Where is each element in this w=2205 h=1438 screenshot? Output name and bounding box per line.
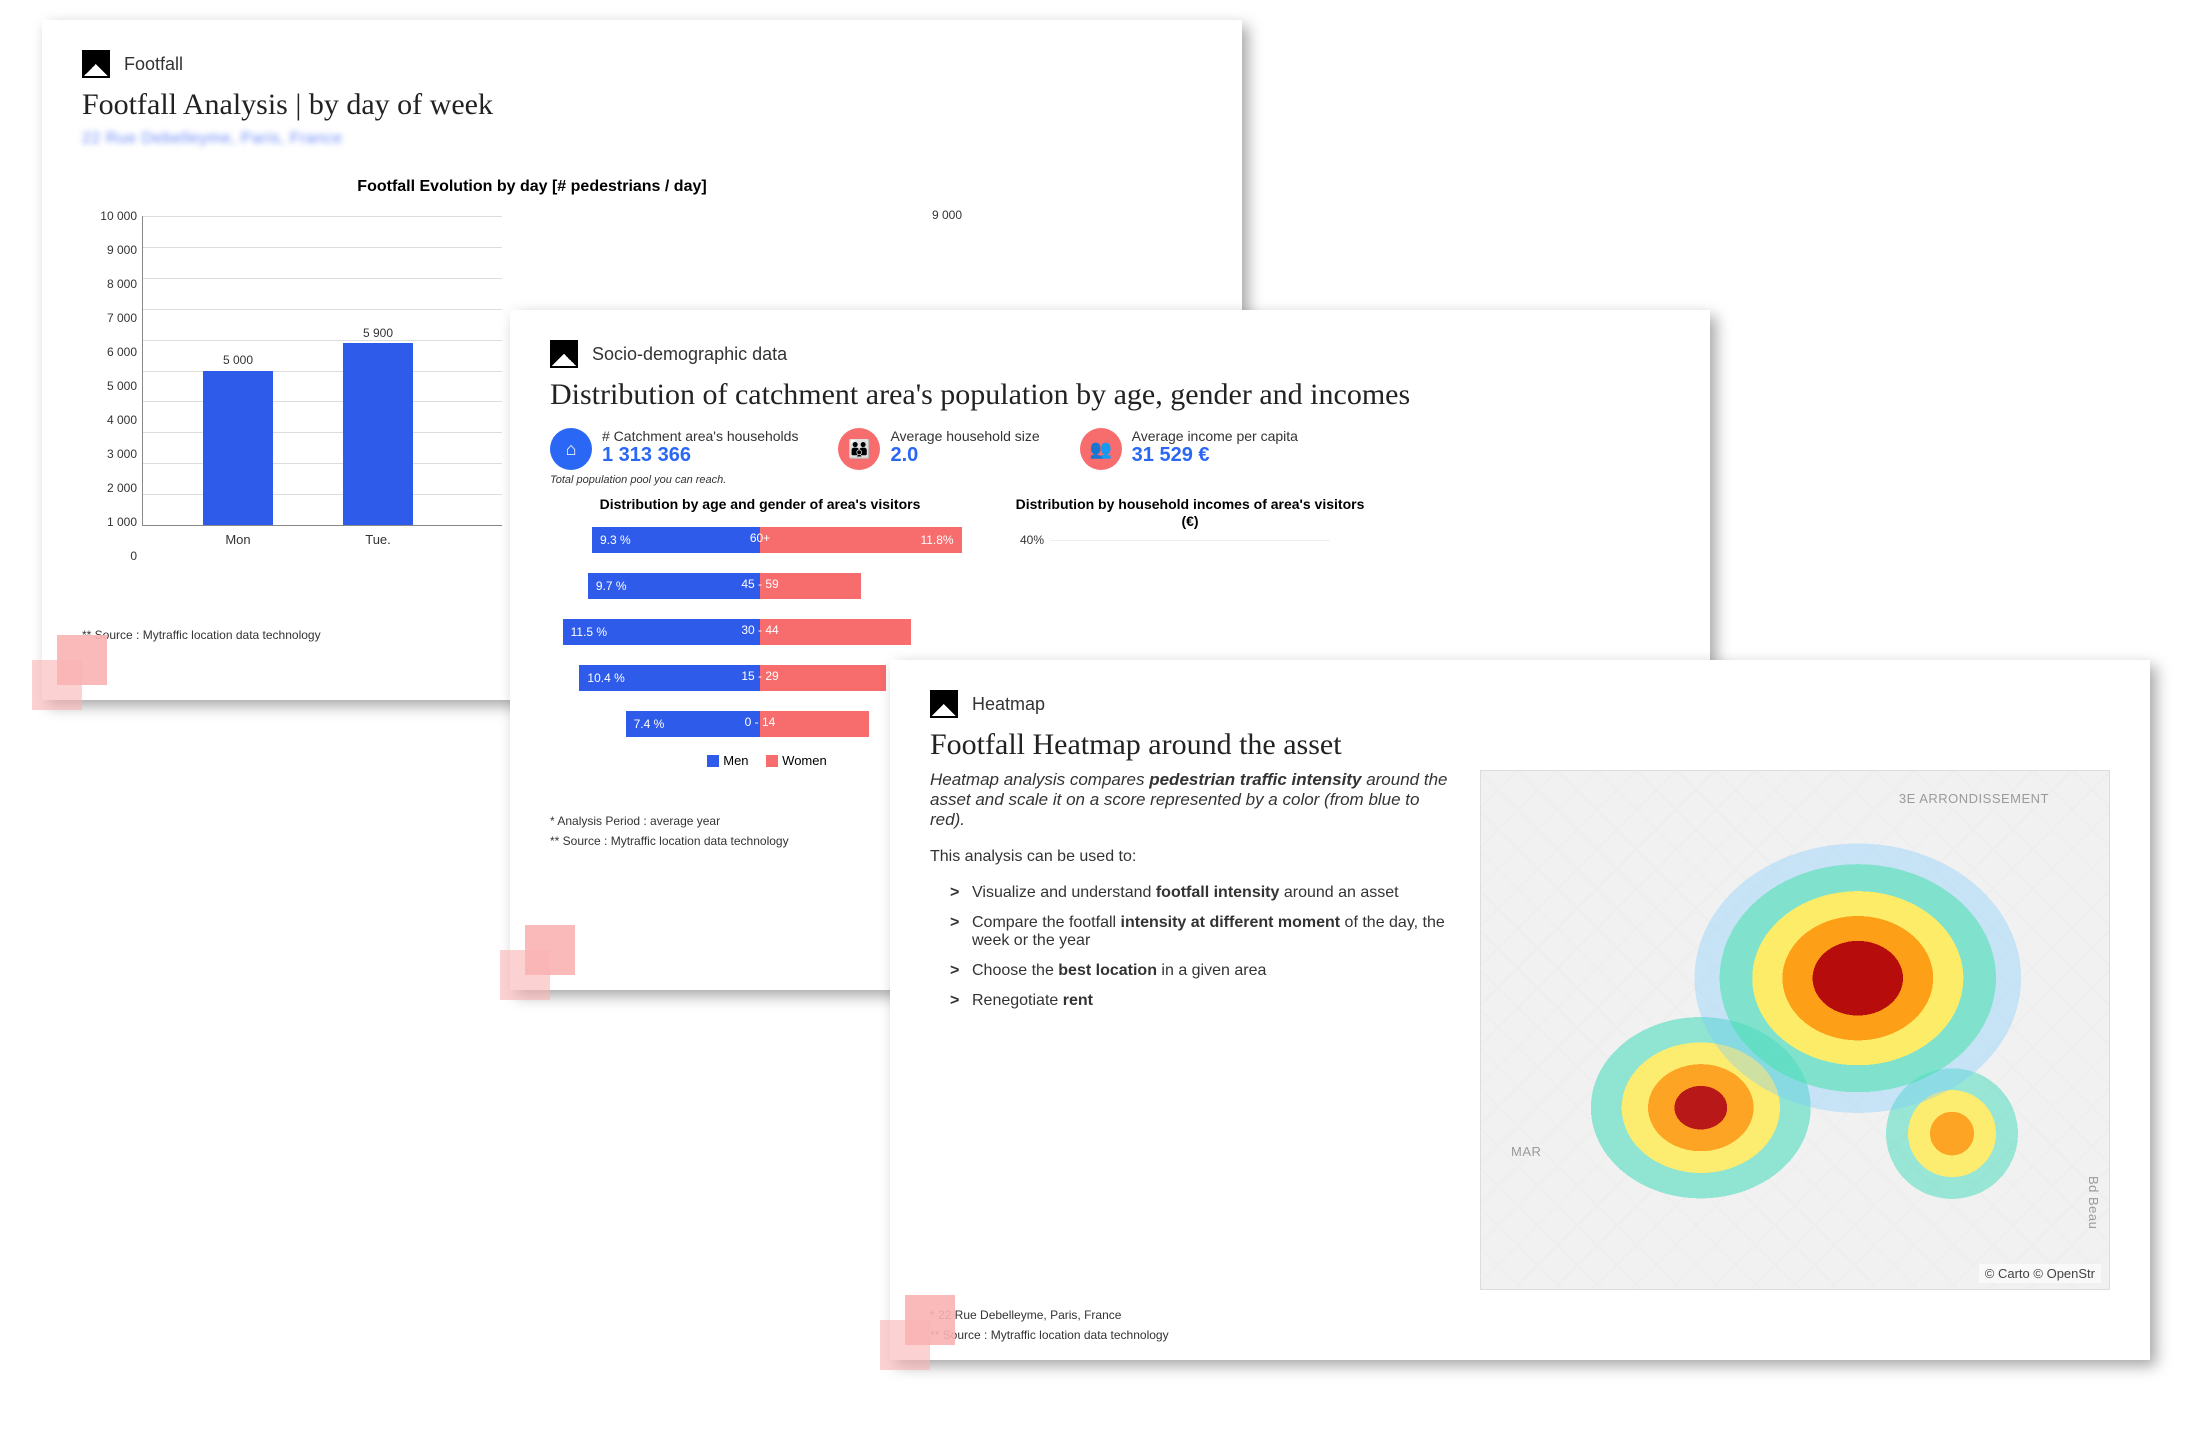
corner-deco-icon — [880, 1290, 960, 1370]
bar-women — [760, 665, 886, 691]
heatmap-description: Heatmap analysis compares pedestrian tra… — [930, 770, 1450, 1290]
y-tick: 8 000 — [82, 277, 137, 291]
legend-swatch-women — [766, 755, 778, 767]
bullet-item: Visualize and understand footfall intens… — [950, 884, 1450, 902]
section-label: Footfall — [124, 54, 183, 75]
address-note: * 22 Rue Debelleyme, Paris, France — [930, 1308, 2110, 1322]
y-tick: 10 000 — [82, 209, 137, 223]
heatmap-body: Heatmap analysis compares pedestrian tra… — [930, 770, 2110, 1290]
address-blurred: 22 Rue Debelleyme, Paris, France — [82, 130, 1202, 148]
people-icon: 👥 — [1080, 428, 1122, 470]
corner-deco-icon — [32, 630, 112, 710]
header-row: Heatmap — [930, 690, 2110, 718]
y-tick: 5 000 — [82, 379, 137, 393]
bar-men: 11.5 % — [563, 619, 760, 645]
stat-value: 2.0 — [890, 444, 1039, 467]
page-title: Footfall Heatmap around the asset — [930, 728, 2110, 762]
age-bucket: 30 - 44 — [741, 623, 778, 637]
brand-logo-icon — [82, 50, 110, 78]
y-tick: 40% — [1010, 533, 1044, 547]
age-bucket: 60+ — [750, 531, 770, 545]
stats-row: ⌂ # Catchment area's households 1 313 36… — [550, 428, 1670, 470]
y-tick: 9 000 — [82, 243, 137, 257]
bullet-item: Compare the footfall intensity at differ… — [950, 914, 1450, 950]
chart-title: Footfall Evolution by day [# pedestrians… — [82, 178, 982, 196]
y-tick: 0 — [82, 549, 137, 563]
source-note: ** Source : Mytraffic location data tech… — [930, 1328, 2110, 1342]
map-neighborhood-label: 3E ARRONDISSEMENT — [1899, 791, 2049, 806]
header-row: Footfall — [82, 50, 1202, 78]
stat-value: 1 313 366 — [602, 444, 798, 467]
header-row: Socio-demographic data — [550, 340, 1670, 368]
x-tick: Tue. — [343, 532, 413, 547]
x-tick: Mon — [203, 532, 273, 547]
y-tick: 1 000 — [82, 515, 137, 529]
bullet-item: Renegotiate rent — [950, 992, 1450, 1010]
bar-men: 9.3 % — [592, 527, 760, 553]
bar-value-label: 5 000 — [203, 353, 273, 367]
stat-footnote: Total population pool you can reach. — [550, 474, 1670, 486]
age-bucket: 15 - 29 — [741, 669, 778, 683]
bar-value-label: 9 000 — [932, 208, 962, 222]
bar-women: 11.8% — [760, 527, 962, 553]
section-label: Socio-demographic data — [592, 344, 787, 365]
heatmap-map: 3E ARRONDISSEMENT MAR Bd Beau © Carto © … — [1480, 770, 2110, 1290]
stat-label: Average income per capita — [1132, 428, 1298, 444]
pyramid-row: 9.3 % 60+ 11.8% — [550, 523, 970, 557]
stat-household-size: 👪 Average household size 2.0 — [838, 428, 1039, 470]
legend-swatch-men — [707, 755, 719, 767]
page-title: Distribution of catchment area's populat… — [550, 378, 1670, 412]
y-tick: 6 000 — [82, 345, 137, 359]
pyramid-row: 11.5 % 30 - 44 — [550, 615, 970, 649]
bar-chart: 10 000 9 000 8 000 7 000 6 000 5 000 4 0… — [82, 216, 502, 556]
stat-label: Average household size — [890, 428, 1039, 444]
bar-men: 9.7 % — [588, 573, 760, 599]
stat-label: # Catchment area's households — [602, 428, 798, 444]
stat-households: ⌂ # Catchment area's households 1 313 36… — [550, 428, 798, 470]
heatmap-subhead: This analysis can be used to: — [930, 848, 1450, 866]
chart-title: Distribution by age and gender of area's… — [550, 496, 970, 513]
map-street-label: Bd Beau — [2086, 1176, 2101, 1229]
brand-logo-icon — [930, 690, 958, 718]
house-icon: ⌂ — [550, 428, 592, 470]
brand-logo-icon — [550, 340, 578, 368]
heatmap-lead: Heatmap analysis compares pedestrian tra… — [930, 770, 1450, 830]
stat-income: 👥 Average income per capita 31 529 € — [1080, 428, 1298, 470]
chart-title: Distribution by household incomes of are… — [1010, 496, 1370, 530]
card-heatmap: Heatmap Footfall Heatmap around the asse… — [890, 660, 2150, 1360]
legend-label: Men — [723, 753, 748, 768]
age-bucket: 45 - 59 — [741, 577, 778, 591]
bar-women — [760, 619, 911, 645]
y-tick: 2 000 — [82, 481, 137, 495]
age-bucket: 0 - 14 — [745, 715, 776, 729]
page-title: Footfall Analysis | by day of week — [82, 88, 1202, 122]
stat-value: 31 529 € — [1132, 444, 1298, 467]
bar-men: 10.4 % — [579, 665, 760, 691]
y-tick: 3 000 — [82, 447, 137, 461]
pyramid-row: 9.7 % 45 - 59 — [550, 569, 970, 603]
map-neighborhood-label: MAR — [1511, 1144, 1541, 1159]
heatmap-bullets: Visualize and understand footfall intens… — [930, 884, 1450, 1010]
bar-mon — [203, 371, 273, 526]
legend-label: Women — [782, 753, 827, 768]
corner-deco-icon — [500, 920, 580, 1000]
bar-women — [760, 711, 869, 737]
bar-tue — [343, 343, 413, 525]
bar-men: 7.4 % — [626, 711, 760, 737]
y-tick: 7 000 — [82, 311, 137, 325]
y-tick: 4 000 — [82, 413, 137, 427]
bar-value-label: 5 900 — [343, 326, 413, 340]
map-attribution: © Carto © OpenStr — [1979, 1264, 2101, 1283]
bullet-item: Choose the best location in a given area — [950, 962, 1450, 980]
section-label: Heatmap — [972, 694, 1045, 715]
chart-axes: 5 000 Mon 5 900 Tue. — [142, 216, 502, 526]
family-icon: 👪 — [838, 428, 880, 470]
